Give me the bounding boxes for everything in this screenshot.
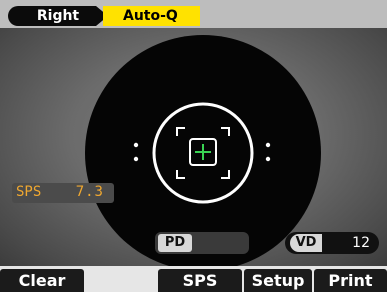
sps-label: SPS: [16, 184, 42, 200]
sps-button[interactable]: SPS: [158, 269, 242, 292]
print-button[interactable]: Print: [314, 269, 387, 292]
clear-button[interactable]: Clear: [0, 269, 84, 292]
sps-readout: SPS 7.3: [12, 183, 114, 203]
eye-indicator: Right: [8, 6, 108, 26]
mode-indicator: Auto-Q: [103, 6, 200, 26]
function-bar: Clear SPS Setup Print: [0, 266, 387, 292]
alignment-overlay: [85, 35, 321, 266]
pd-label: PD: [158, 234, 192, 252]
pd-readout: PD: [155, 232, 249, 254]
eye-camera-view: [0, 28, 387, 266]
vd-label: VD: [290, 234, 322, 252]
autorefractor-screen: Right Auto-Q SPS 7.3 PD VD 12 Clear SPS …: [0, 0, 387, 292]
vd-value: 12: [352, 235, 370, 251]
setup-button[interactable]: Setup: [244, 269, 312, 292]
status-bar: Right Auto-Q: [0, 0, 387, 28]
vd-readout: VD 12: [285, 232, 379, 254]
sps-value: 7.3: [75, 184, 104, 200]
